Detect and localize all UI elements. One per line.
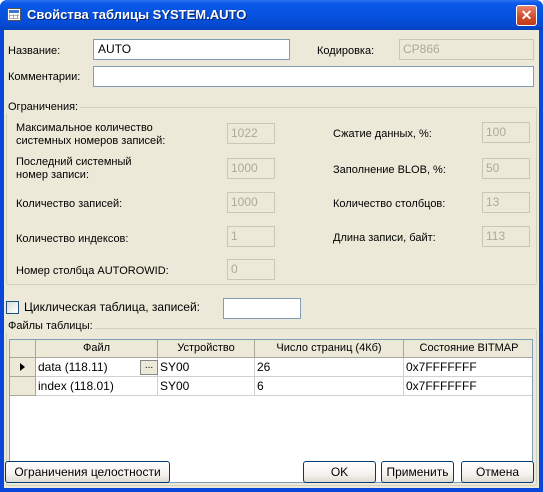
cyclic-records-field[interactable] [223, 298, 301, 319]
row-header[interactable] [10, 358, 36, 377]
autorowid-label: Номер столбца AUTOROWID: [16, 265, 169, 277]
index-count-label: Количество индексов: [16, 233, 129, 245]
last-sys-record-label: Последний системный [16, 156, 132, 168]
cancel-button[interactable]: Отмена [461, 461, 534, 483]
table-properties-window: Свойства таблицы SYSTEM.AUTO ✕ Название:… [0, 0, 543, 492]
cyclic-checkbox[interactable] [6, 301, 19, 314]
name-label: Название: [8, 45, 61, 57]
max-sys-records-label-2: системных номеров записей: [16, 135, 166, 147]
pages-cell[interactable]: 6 [255, 377, 404, 396]
name-field[interactable]: AUTO [93, 39, 290, 60]
column-header-bitmap[interactable]: Состояние BITMAP [404, 340, 532, 358]
record-length-label: Длина записи, байт: [333, 232, 436, 244]
current-row-arrow-icon [20, 363, 25, 371]
column-count-label: Количество столбцов: [333, 198, 446, 210]
index-count-field: 1 [227, 226, 275, 247]
encoding-field: CP866 [399, 39, 534, 60]
table-row[interactable]: data (118.11) ... SY00 26 0x7FFFFFFF [10, 358, 532, 377]
file-cell[interactable]: index (118.01) [36, 377, 158, 396]
dialog-body: Название: AUTO Кодировка: CP866 Коммента… [4, 30, 539, 488]
integrity-constraints-button[interactable]: Ограничения целостности [5, 461, 170, 483]
column-count-field: 13 [482, 192, 530, 213]
close-button[interactable]: ✕ [516, 5, 537, 26]
table-icon [7, 8, 21, 21]
device-cell[interactable]: SY00 [158, 358, 255, 377]
files-caption: Файлы таблицы: [6, 320, 95, 333]
cyclic-label: Циклическая таблица, записей: [24, 300, 200, 314]
record-count-label: Количество записей: [16, 198, 123, 210]
title-bar[interactable]: Свойства таблицы SYSTEM.AUTO ✕ [0, 0, 543, 30]
record-count-field: 1000 [227, 192, 275, 213]
window-title: Свойства таблицы SYSTEM.AUTO [27, 7, 247, 22]
autorowid-field: 0 [227, 259, 275, 280]
blob-fill-field: 50 [482, 158, 530, 179]
last-sys-record-field: 1000 [227, 158, 275, 179]
max-sys-records-label: Максимальное количество [16, 122, 153, 134]
pages-cell[interactable]: 26 [255, 358, 404, 377]
device-cell[interactable]: SY00 [158, 377, 255, 396]
browse-file-button[interactable]: ... [140, 360, 158, 375]
table-row[interactable]: index (118.01) SY00 6 0x7FFFFFFF [10, 377, 532, 396]
row-header[interactable] [10, 377, 36, 396]
blob-fill-label: Заполнение BLOB, %: [333, 164, 446, 176]
column-header-file[interactable]: Файл [36, 340, 158, 358]
encoding-label: Кодировка: [317, 45, 375, 57]
compression-field: 100 [482, 122, 530, 143]
grid-corner [10, 340, 36, 358]
bitmap-cell[interactable]: 0x7FFFFFFF [404, 358, 532, 377]
compression-label: Сжатие данных, %: [333, 128, 432, 140]
comment-label: Комментарии: [8, 71, 81, 83]
apply-button[interactable]: Применить [381, 461, 454, 483]
max-sys-records-field: 1022 [227, 123, 275, 144]
last-sys-record-label-2: номер записи: [16, 169, 90, 181]
column-header-pages[interactable]: Число страниц (4Кб) [255, 340, 404, 358]
comment-field[interactable] [93, 66, 534, 87]
bitmap-cell[interactable]: 0x7FFFFFFF [404, 377, 532, 396]
ok-button[interactable]: OK [303, 461, 376, 483]
column-header-device[interactable]: Устройство [158, 340, 255, 358]
record-length-field: 113 [482, 226, 530, 247]
limits-caption: Ограничения: [6, 101, 81, 114]
